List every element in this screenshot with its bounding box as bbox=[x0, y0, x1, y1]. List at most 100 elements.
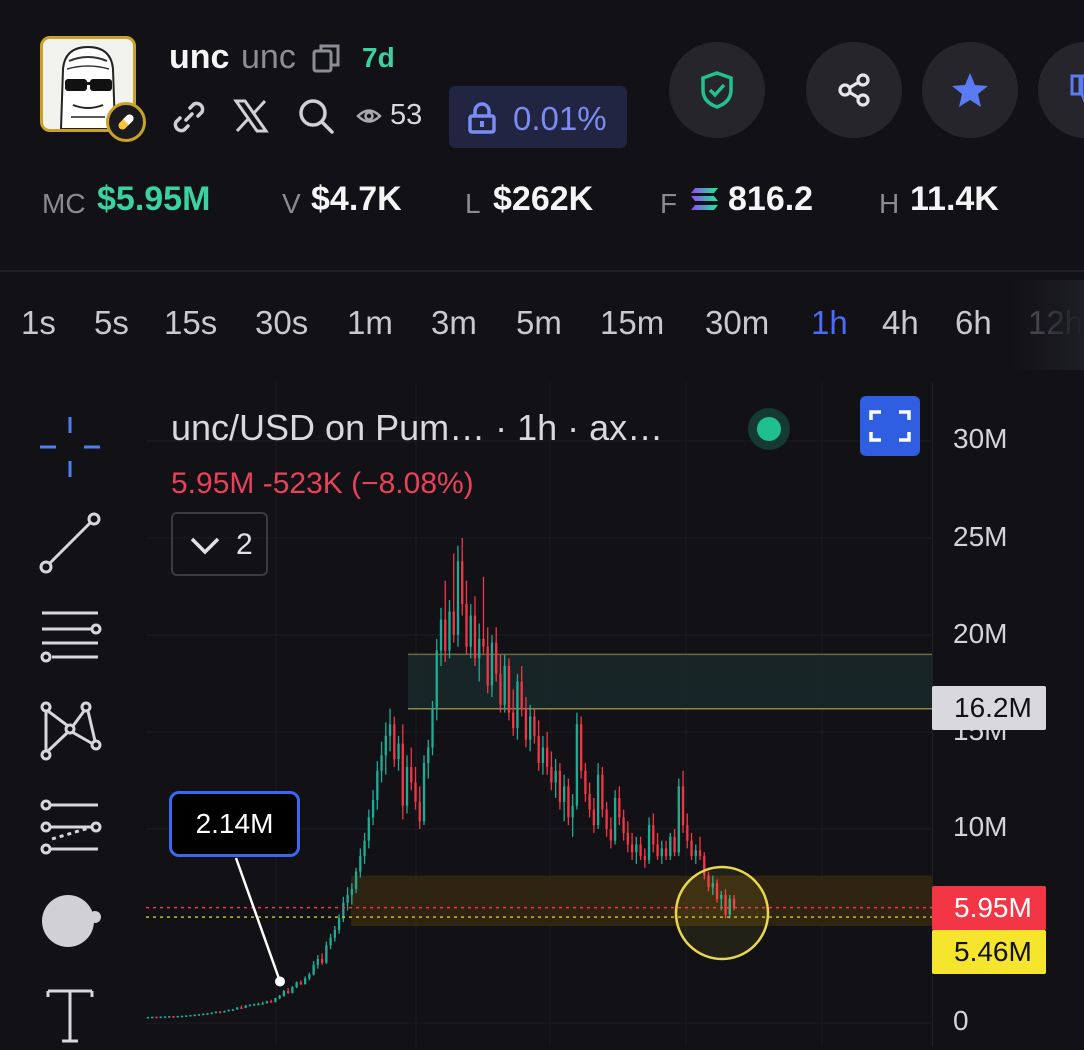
candle-body bbox=[681, 786, 685, 826]
security-button[interactable] bbox=[669, 42, 765, 138]
candle-body bbox=[155, 1016, 158, 1019]
timeframe-6h[interactable]: 6h bbox=[955, 304, 992, 342]
timeframe-30m[interactable]: 30m bbox=[705, 304, 769, 342]
candle-body bbox=[673, 836, 676, 853]
candle-body bbox=[197, 1014, 201, 1016]
candle-body bbox=[520, 681, 523, 709]
candle-body bbox=[397, 743, 400, 760]
lock-percent-chip[interactable]: 0.01% bbox=[449, 86, 627, 148]
candle-body bbox=[274, 998, 277, 1003]
horizontal-lines-icon[interactable] bbox=[35, 600, 105, 670]
candle-body bbox=[308, 974, 311, 979]
candle-body bbox=[647, 825, 651, 861]
candle-body bbox=[193, 1014, 196, 1017]
candle-body bbox=[656, 844, 659, 857]
candle-body bbox=[393, 724, 396, 760]
fib-retracement-icon[interactable] bbox=[35, 792, 105, 862]
candle-body bbox=[303, 978, 307, 985]
candle-body bbox=[686, 825, 689, 841]
x-logo-icon[interactable] bbox=[233, 98, 269, 139]
candle-body bbox=[359, 856, 362, 872]
candle-body bbox=[584, 770, 587, 795]
candle-body bbox=[214, 1011, 218, 1014]
candle-body bbox=[694, 850, 697, 857]
candle-body bbox=[252, 1004, 256, 1006]
favorite-button[interactable] bbox=[922, 42, 1018, 138]
timeframe-1m[interactable]: 1m bbox=[347, 304, 393, 342]
candle-body bbox=[461, 561, 464, 604]
candle-body bbox=[388, 724, 392, 736]
candle-body bbox=[669, 836, 672, 857]
candle-body bbox=[286, 990, 290, 993]
candle-body bbox=[609, 829, 613, 841]
search-icon[interactable] bbox=[296, 96, 336, 141]
fullscreen-button[interactable] bbox=[860, 396, 920, 456]
candle-body bbox=[503, 666, 506, 705]
highlight-circle bbox=[674, 865, 770, 961]
candle-body bbox=[371, 799, 375, 818]
candle-body bbox=[664, 848, 668, 857]
dislike-button[interactable] bbox=[1038, 42, 1084, 138]
candle-body bbox=[202, 1013, 205, 1016]
y-tick-25m: 25M bbox=[953, 521, 1008, 552]
ohlc-readout: 5.95M -523K (−8.08%) bbox=[171, 467, 474, 500]
candle-body bbox=[367, 817, 370, 841]
candle-body bbox=[516, 681, 519, 729]
share-icon bbox=[838, 73, 870, 107]
y-tick-30m: 30M bbox=[953, 423, 1008, 454]
candle-body bbox=[405, 766, 409, 806]
candle-body bbox=[452, 611, 455, 635]
price-tag-16-2m: 16.2M bbox=[932, 686, 1046, 730]
candle-body bbox=[146, 1016, 150, 1019]
chart-title: unc/USD on Pum… · 1h · ax… bbox=[171, 407, 664, 448]
candle-body bbox=[435, 650, 438, 709]
crosshair-icon[interactable] bbox=[35, 412, 105, 482]
timeframe-15s[interactable]: 15s bbox=[164, 304, 217, 342]
brush-icon[interactable] bbox=[35, 884, 105, 954]
candle-body bbox=[312, 964, 315, 975]
candle-body bbox=[180, 1015, 184, 1018]
market-cap-label: MC bbox=[42, 188, 86, 219]
candle-body bbox=[541, 747, 545, 764]
candle-body bbox=[427, 747, 430, 764]
pattern-icon[interactable] bbox=[35, 696, 105, 766]
candle-body bbox=[588, 794, 591, 810]
candle-body bbox=[291, 987, 294, 993]
indicator-toggle[interactable]: 2 bbox=[171, 512, 268, 576]
holders-label: H bbox=[879, 188, 900, 219]
trend-line-icon[interactable] bbox=[35, 508, 105, 578]
candle-body bbox=[168, 1016, 171, 1018]
candle-body bbox=[350, 889, 353, 895]
candle-body bbox=[592, 809, 596, 826]
timeframe-30s[interactable]: 30s bbox=[255, 304, 308, 342]
candle-body bbox=[414, 782, 417, 802]
thumbs-down-icon bbox=[1070, 74, 1084, 104]
timeframe-4h[interactable]: 4h bbox=[882, 304, 919, 342]
timeframe-3m[interactable]: 3m bbox=[431, 304, 477, 342]
timeframe-5s[interactable]: 5s bbox=[94, 304, 129, 342]
market-cap-value: $5.95M bbox=[97, 180, 211, 218]
timeframe-5m[interactable]: 5m bbox=[516, 304, 562, 342]
candle-body bbox=[151, 1016, 154, 1019]
timeframe-1h[interactable]: 1h bbox=[811, 304, 848, 342]
candle-body bbox=[499, 673, 502, 705]
timeframe-1s[interactable]: 1s bbox=[21, 304, 56, 342]
candle-body bbox=[236, 1007, 239, 1010]
candle-body bbox=[579, 724, 583, 771]
candle-body bbox=[618, 797, 621, 818]
token-ticker: unc bbox=[241, 38, 296, 76]
shield-check-icon bbox=[701, 71, 733, 109]
price-callout[interactable]: 2.14M bbox=[169, 791, 300, 857]
candle-body bbox=[172, 1016, 175, 1018]
candle-body bbox=[240, 1007, 243, 1009]
copy-icon[interactable] bbox=[312, 43, 340, 78]
link-icon[interactable] bbox=[170, 98, 208, 141]
token-age: 7d bbox=[362, 42, 395, 73]
share-button[interactable] bbox=[806, 42, 902, 138]
timeframe-scroll-fade bbox=[1010, 280, 1084, 370]
candle-body bbox=[698, 850, 702, 857]
candle-body bbox=[282, 990, 286, 996]
timeframe-15m[interactable]: 15m bbox=[600, 304, 664, 342]
candle-body bbox=[316, 958, 320, 965]
text-icon[interactable] bbox=[35, 980, 105, 1050]
